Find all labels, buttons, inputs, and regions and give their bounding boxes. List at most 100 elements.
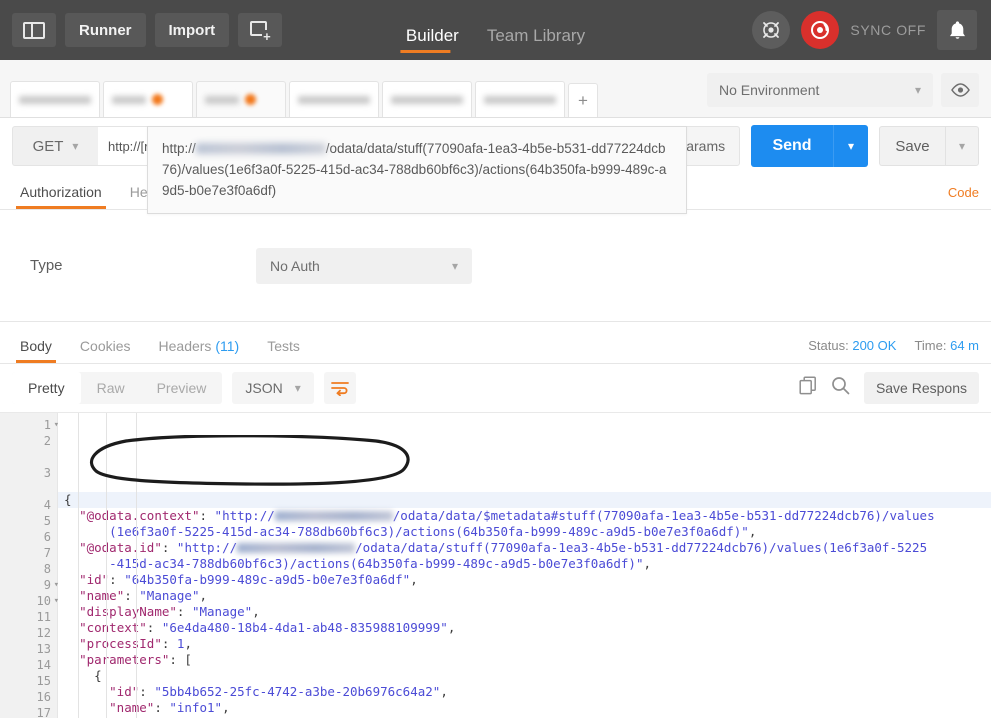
response-toolbar: Pretty Raw Preview JSON ▾ Save Respons [0,364,991,412]
code-token: "info1" [169,700,223,715]
response-tabs: Body Cookies Headers (11) Tests Status: … [0,322,991,364]
status-value: 200 OK [852,338,897,353]
line-number: 7 [43,546,51,560]
line-number: 8 [43,562,51,576]
request-tab[interactable] [103,81,193,117]
sidebar-toggle-button[interactable] [12,13,56,47]
code-token: "http:// [214,508,275,523]
view-mode-preview[interactable]: Preview [141,372,223,404]
response-tab-body[interactable]: Body [12,338,66,363]
line-number: 14 [36,658,51,672]
request-tab[interactable] [382,81,472,117]
interceptor-satellite-icon [763,22,780,38]
word-wrap-icon [330,381,349,396]
response-tab-tests[interactable]: Tests [253,338,314,363]
response-tab-cookies[interactable]: Cookies [66,338,145,363]
response-tab-headers[interactable]: Headers (11) [145,338,254,363]
line-number: 6 [43,530,51,544]
request-tab-label-redacted [112,95,146,104]
http-method-label: GET [32,137,64,155]
line-number [0,481,57,497]
unsaved-indicator-dot [245,94,256,105]
code-line: "parameters": [ [64,652,991,668]
code-token: : [124,588,140,603]
code-token: "6e4da480-18b4-4da1-ab48-835988109999" [161,620,448,635]
code-token: "displayName" [79,604,177,619]
interceptor-button[interactable] [752,11,791,49]
request-tab[interactable] [196,81,286,117]
chevron-down-icon: ▾ [958,139,966,153]
send-button[interactable]: Send [751,125,833,167]
code-token: -415d-ac34-788db60bf6c3)/actions(64b350f… [64,556,644,571]
tab-team-library[interactable]: Team Library [473,26,599,60]
request-tab[interactable] [289,81,379,117]
view-mode-pretty[interactable]: Pretty [12,372,81,404]
response-body-viewer[interactable]: 1 ▾ 2 3 4 5 6 7 8 9 ▾ 10 ▾ 11 12 13 14 15 16 17 { "@odata… [0,412,991,718]
auth-type-value: No Auth [270,257,320,274]
code-token: "@odata.context" [79,508,200,523]
request-tab-label-redacted [391,95,463,104]
code-token: "Manage" [139,588,200,603]
response-format-selector[interactable]: JSON ▾ [232,372,314,404]
time-badge: Time: 64 m [914,338,979,353]
view-mode-raw[interactable]: Raw [81,372,141,404]
http-method-selector[interactable]: GET ▾ [12,126,98,166]
time-value: 64 m [950,338,979,353]
environment-quick-look-button[interactable] [941,73,979,107]
line-number: 2 [43,434,51,448]
environment-selector[interactable]: No Environment ▾ [707,73,933,107]
url-tooltip-prefix: http:// [162,141,196,156]
line-number: 9 ▾ [43,578,59,592]
runner-button[interactable]: Runner [65,13,146,47]
add-request-tab-button[interactable]: + [568,83,598,117]
code-line: "context": "6e4da480-18b4-4da1-ab48-8359… [64,620,991,636]
code-token: : [161,540,177,555]
status-badge: Status: 200 OK [808,338,896,353]
copy-button[interactable] [799,376,817,400]
auth-type-selector[interactable]: No Auth ▾ [256,247,472,284]
line-number: 15 [36,674,51,688]
new-window-plus-icon: + [249,20,272,43]
word-wrap-button[interactable] [323,372,356,404]
workspace-mode-tabs: Builder Team Library [392,0,599,60]
code-token: : [199,508,215,523]
tab-builder[interactable]: Builder [392,26,473,60]
request-tab-label-redacted [298,95,370,104]
url-tooltip-host-redacted [195,143,326,154]
code-token: "id" [109,684,140,699]
code-token: : [176,604,192,619]
code-token: , [447,620,456,635]
chevron-down-icon: ▾ [847,139,855,153]
save-options-button[interactable]: ▾ [945,126,979,166]
code-token: "http:// [176,540,238,555]
response-view-mode-group: Pretty Raw Preview [12,372,223,404]
notifications-button[interactable] [937,10,977,50]
search-button[interactable] [831,376,850,400]
code-token: { [64,668,102,683]
code-token: : [139,684,155,699]
import-button[interactable]: Import [154,13,230,47]
send-options-button[interactable]: ▾ [833,125,868,167]
code-content[interactable]: { "@odata.context": "http:// /odata/data/… [58,413,991,718]
request-tab[interactable] [475,81,565,117]
save-button[interactable]: Save [879,126,945,166]
line-number [0,449,57,465]
code-link[interactable]: Code [948,185,979,209]
save-response-button[interactable]: Save Respons [863,372,979,404]
sync-status-button[interactable] [801,11,840,49]
sync-off-icon [811,21,830,39]
send-button-group: Send ▾ [751,125,868,167]
redacted-host [274,511,393,521]
new-tab-button[interactable]: + [238,13,283,47]
response-toolbar-right: Save Respons [799,372,979,404]
code-line: { [64,668,991,684]
code-token: , [748,524,757,539]
response-meta: Status: 200 OK Time: 64 m [808,338,979,363]
tab-authorization[interactable]: Authorization [12,184,116,209]
request-tab[interactable] [10,81,100,117]
